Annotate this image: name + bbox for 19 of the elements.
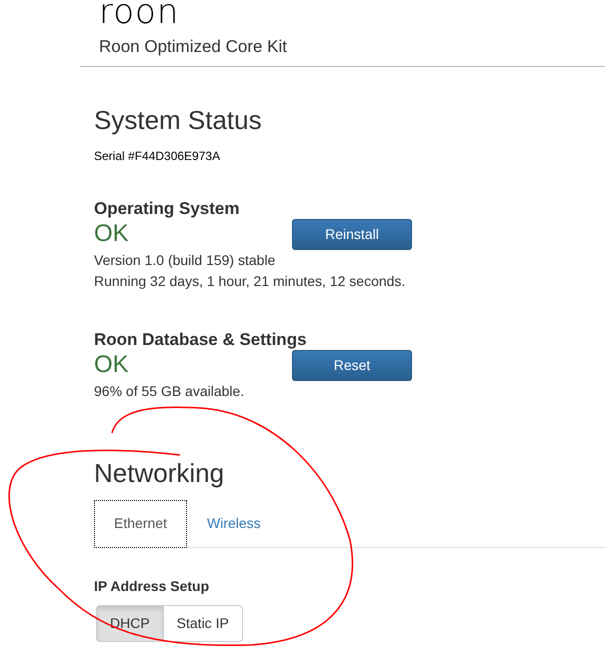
field-label: IP Address Setup [94, 576, 210, 596]
info-text: Version 1.0 (build 159) stable [94, 250, 276, 270]
info-text: 96% of 55 GB available. [94, 382, 244, 400]
serial-number: Serial #F44D306E973A [94, 148, 220, 164]
status-text: OK [94, 350, 130, 380]
page-title: System Status [94, 104, 262, 134]
section-heading: Networking [94, 458, 224, 488]
tab[interactable]: Ethernet [94, 500, 187, 548]
section-title: Roon Database & Settings [94, 330, 307, 350]
toggle-button[interactable]: DHCP [96, 604, 164, 642]
action-button[interactable]: Reinstall [292, 218, 412, 250]
tab[interactable]: Wireless [187, 500, 281, 548]
section-title: Operating System [94, 198, 240, 218]
logo: roon [99, 0, 180, 30]
status-text: OK [94, 219, 130, 249]
toggle-button[interactable]: Static IP [162, 604, 243, 642]
action-button[interactable]: Reset [292, 350, 412, 380]
info-text: Running 32 days, 1 hour, 21 minutes, 12 seconds. [94, 272, 406, 291]
subtitle: Roon Optimized Core Kit [99, 36, 288, 58]
